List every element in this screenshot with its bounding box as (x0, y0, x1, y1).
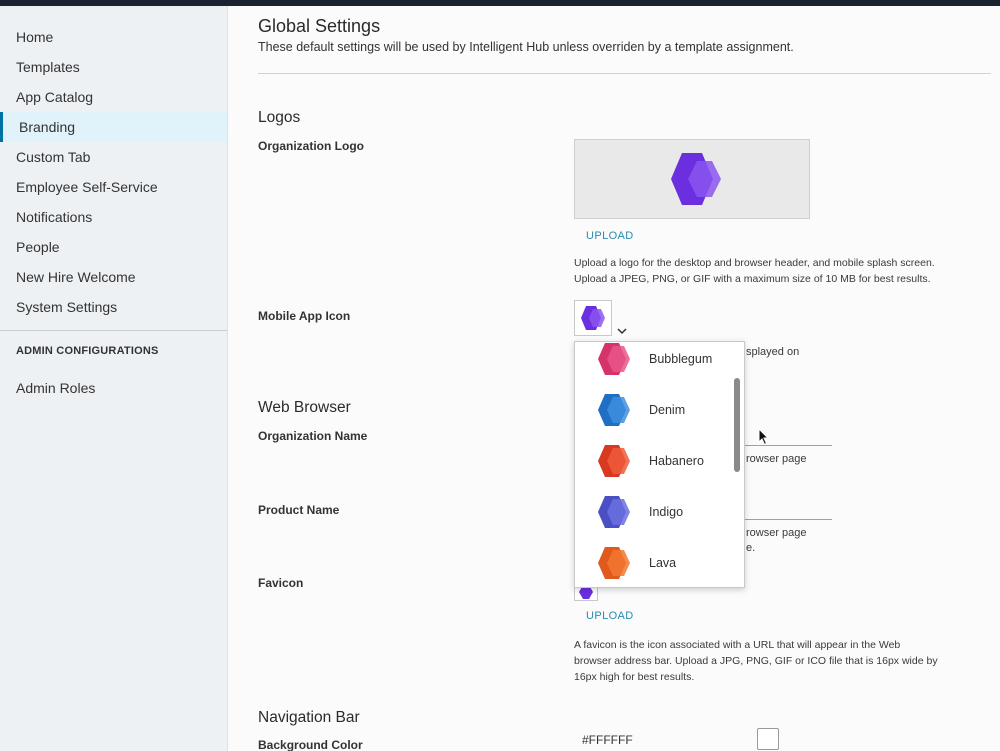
background-color-swatch[interactable] (757, 728, 779, 750)
favicon-upload-link[interactable]: UPLOAD (586, 610, 634, 622)
sidebar-item-new-hire-welcome[interactable]: New Hire Welcome (0, 262, 227, 292)
sidebar-item-templates[interactable]: Templates (0, 52, 227, 82)
lava-hexagon-icon (598, 546, 630, 579)
sidebar: Home Templates App Catalog Branding Cust… (0, 6, 228, 751)
habanero-hexagon-icon (598, 444, 630, 477)
sidebar-nav: Home Templates App Catalog Branding Cust… (0, 22, 227, 322)
selected-icon-hexagon-icon (581, 306, 605, 330)
background-color-input[interactable]: #FFFFFF (582, 733, 633, 747)
mobile-app-icon-label: Mobile App Icon (258, 309, 351, 323)
logos-section-title: Logos (258, 109, 301, 126)
dropdown-option-label: Bubblegum (649, 351, 713, 366)
page-subtitle: These default settings will be used by I… (258, 40, 794, 54)
sidebar-item-employee-self-service[interactable]: Employee Self-Service (0, 172, 227, 202)
organization-logo-upload-link[interactable]: UPLOAD (586, 230, 634, 242)
mouse-cursor-icon (758, 427, 770, 451)
dropdown-option-label: Habanero (649, 453, 704, 468)
dropdown-option-label: Lava (649, 555, 677, 570)
page-title: Global Settings (258, 16, 381, 36)
organization-logo-help-line-1: Upload a logo for the desktop and browse… (574, 257, 935, 269)
sidebar-item-people[interactable]: People (0, 232, 227, 262)
web-browser-section-title: Web Browser (258, 399, 351, 416)
organization-logo-help-line-2: Upload a JPEG, PNG, or GIF with a maximu… (574, 273, 931, 285)
favicon-help-line-1: A favicon is the icon associated with a … (574, 639, 901, 651)
favicon-help-line-3: 16px high for best results. (574, 671, 695, 683)
organization-name-input[interactable] (743, 445, 832, 446)
dropdown-option-label: Indigo (649, 504, 684, 519)
product-name-input[interactable] (743, 519, 832, 520)
mobile-app-icon-help-partial: splayed on (746, 346, 800, 358)
divider (258, 73, 991, 74)
sidebar-item-home[interactable]: Home (0, 22, 227, 52)
organization-name-label: Organization Name (258, 429, 368, 443)
dropdown-option-denim[interactable]: Denim (575, 384, 733, 435)
organization-logo-icon (671, 153, 721, 205)
product-name-label: Product Name (258, 503, 340, 517)
organization-logo-preview (574, 139, 810, 219)
mobile-app-icon-picker[interactable] (574, 300, 612, 336)
indigo-hexagon-icon (598, 495, 630, 528)
organization-logo-label: Organization Logo (258, 139, 364, 153)
sidebar-item-notifications[interactable]: Notifications (0, 202, 227, 232)
organization-name-help-partial: rowser page (746, 453, 807, 465)
chevron-down-icon[interactable] (617, 324, 627, 338)
dropdown-option-bubblegum[interactable]: Bubblegum (575, 342, 733, 384)
dropdown-option-label: Denim (649, 402, 686, 417)
sidebar-item-admin-roles[interactable]: Admin Roles (0, 373, 227, 403)
favicon-help-line-2: browser address bar. Upload a JPG, PNG, … (574, 655, 938, 667)
admin-configurations-header: ADMIN CONFIGURATIONS (16, 345, 159, 357)
product-name-help-partial-1: rowser page (746, 527, 807, 539)
dropdown-option-indigo[interactable]: Indigo (575, 486, 733, 537)
bubblegum-hexagon-icon (598, 342, 630, 375)
background-color-label: Background Color (258, 738, 363, 751)
denim-hexagon-icon (598, 393, 630, 426)
sidebar-divider (0, 330, 227, 331)
dropdown-option-lava[interactable]: Lava (575, 537, 733, 587)
sidebar-item-custom-tab[interactable]: Custom Tab (0, 142, 227, 172)
dropdown-scrollbar[interactable] (734, 378, 740, 472)
product-name-help-partial-2: e. (746, 542, 756, 554)
favicon-label: Favicon (258, 576, 304, 590)
icon-color-dropdown[interactable]: Bubblegum Denim Habanero Indigo Lava (574, 341, 745, 588)
sidebar-item-app-catalog[interactable]: App Catalog (0, 82, 227, 112)
dropdown-option-habanero[interactable]: Habanero (575, 435, 733, 486)
navigation-bar-section-title: Navigation Bar (258, 709, 360, 726)
sidebar-item-branding[interactable]: Branding (0, 112, 227, 142)
sidebar-item-system-settings[interactable]: System Settings (0, 292, 227, 322)
